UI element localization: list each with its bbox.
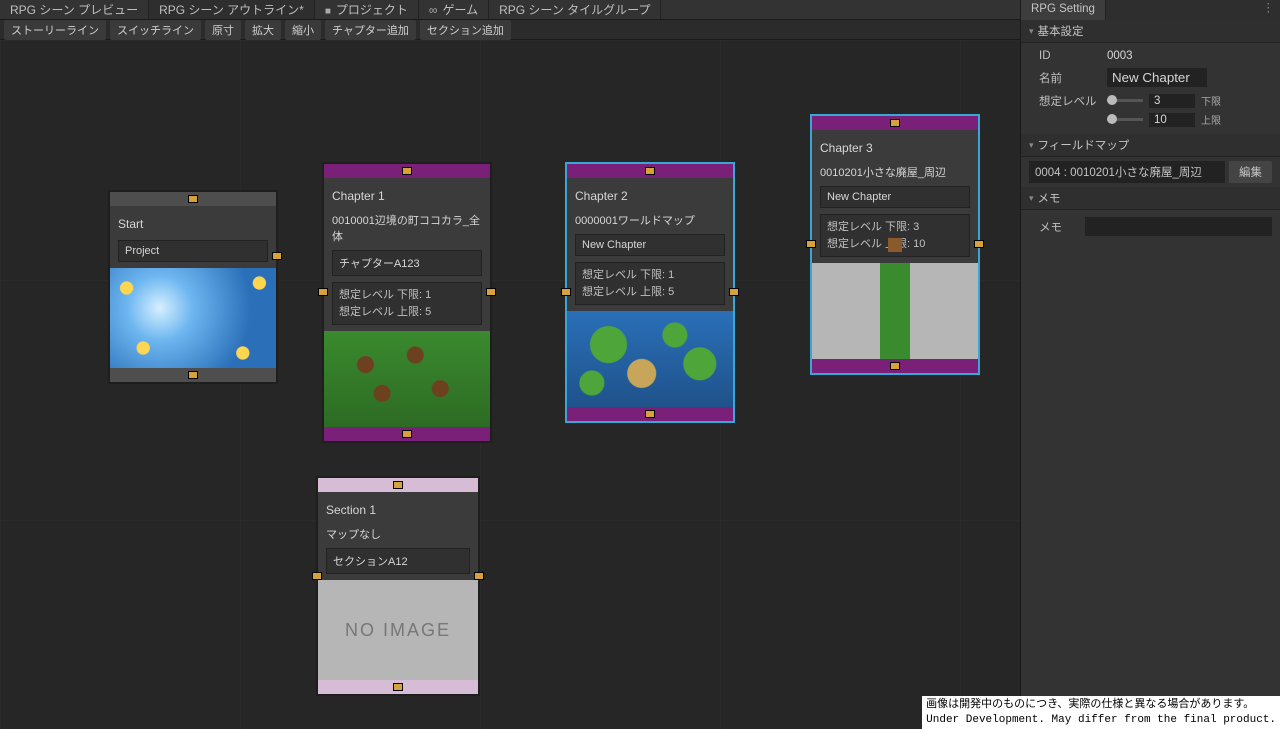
node-thumbnail — [324, 331, 490, 427]
port-right[interactable] — [272, 252, 282, 260]
tab-scene-outline[interactable]: RPG シーン アウトライン* — [149, 0, 315, 19]
memo-label: メモ — [1029, 219, 1077, 235]
tab-tilegroup[interactable]: RPG シーン タイルグループ — [489, 0, 661, 19]
node-name-field[interactable]: New Chapter — [575, 234, 725, 256]
level-label: 想定レベル — [1029, 93, 1099, 109]
level-low-slider[interactable] — [1107, 99, 1143, 102]
folder-icon — [325, 3, 331, 17]
node-thumbnail — [110, 268, 276, 368]
tab-scene-preview[interactable]: RPG シーン プレビュー — [0, 0, 149, 19]
zoom-in-button[interactable]: 拡大 — [245, 20, 281, 40]
level-high-suffix: 上限 — [1201, 112, 1221, 127]
node-chapter-3[interactable]: Chapter 3 0010201小さな廃屋_周辺 New Chapter 想定… — [810, 114, 980, 375]
port-left[interactable] — [561, 288, 571, 296]
port-bottom[interactable] — [188, 371, 198, 379]
node-map-id: 0010001辺境の町ココカラ_全体 — [332, 212, 482, 244]
node-field[interactable]: Project — [118, 240, 268, 262]
storyline-button[interactable]: ストーリーライン — [4, 20, 106, 40]
port-bottom[interactable] — [645, 410, 655, 418]
inspector-section-fieldmap[interactable]: フィールドマップ — [1021, 134, 1280, 157]
id-value: 0003 — [1107, 50, 1272, 62]
fieldmap-value: 0004 : 0010201小さな廃屋_周辺 — [1029, 161, 1225, 183]
port-left[interactable] — [806, 240, 816, 248]
node-chapter-1[interactable]: Chapter 1 0010001辺境の町ココカラ_全体 チャプターA123 想… — [322, 162, 492, 443]
inspector-panel: RPG Setting ⋮ 基本設定 ID 0003 名前 想定レベル 3 下限 — [1020, 0, 1280, 729]
port-left[interactable] — [318, 288, 328, 296]
node-thumbnail — [812, 263, 978, 359]
inspector-section-basic[interactable]: 基本設定 — [1021, 20, 1280, 43]
port-right[interactable] — [474, 572, 484, 580]
port-top[interactable] — [188, 195, 198, 203]
node-map-id: 0010201小さな廃屋_周辺 — [820, 164, 970, 180]
node-title: Chapter 3 — [820, 138, 970, 158]
add-chapter-button[interactable]: チャプター追加 — [325, 20, 416, 40]
level-high-slider[interactable] — [1107, 118, 1143, 121]
node-thumbnail — [567, 311, 733, 407]
disclosure-triangle-icon — [1029, 192, 1034, 204]
name-input[interactable] — [1107, 68, 1207, 87]
port-top[interactable] — [645, 167, 655, 175]
connection-lines — [0, 40, 300, 190]
node-map-id: マップなし — [326, 526, 470, 542]
level-low-value[interactable]: 3 — [1149, 94, 1195, 108]
node-level-stats: 想定レベル 下限: 1 想定レベル 上限: 5 — [575, 262, 725, 305]
add-section-button[interactable]: セクション追加 — [420, 20, 511, 40]
level-high-value[interactable]: 10 — [1149, 113, 1195, 127]
zoom-out-button[interactable]: 縮小 — [285, 20, 321, 40]
node-name-field[interactable]: セクションA12 — [326, 548, 470, 574]
level-low-suffix: 下限 — [1201, 93, 1221, 108]
switchline-button[interactable]: スイッチライン — [110, 20, 201, 40]
node-title: Start — [118, 214, 268, 234]
id-label: ID — [1029, 50, 1099, 62]
node-title: Chapter 2 — [575, 186, 725, 206]
port-bottom[interactable] — [393, 683, 403, 691]
disclosure-triangle-icon — [1029, 25, 1034, 37]
node-title: Section 1 — [326, 500, 470, 520]
port-right[interactable] — [486, 288, 496, 296]
node-name-field[interactable]: New Chapter — [820, 186, 970, 208]
port-right[interactable] — [729, 288, 739, 296]
port-top[interactable] — [393, 481, 403, 489]
fieldmap-edit-button[interactable]: 編集 — [1229, 161, 1272, 183]
port-top[interactable] — [402, 167, 412, 175]
name-label: 名前 — [1029, 70, 1099, 86]
node-section-1[interactable]: Section 1 マップなし セクションA12 NO IMAGE — [316, 476, 480, 696]
node-map-id: 0000001ワールドマップ — [575, 212, 725, 228]
node-chapter-2[interactable]: Chapter 2 0000001ワールドマップ New Chapter 想定レ… — [565, 162, 735, 423]
game-icon — [429, 3, 438, 17]
outline-canvas[interactable]: Start Project Chapter 1 0010001辺境の町ココカラ_… — [0, 40, 1020, 729]
tab-project[interactable]: プロジェクト — [315, 0, 419, 19]
node-start[interactable]: Start Project — [108, 190, 278, 384]
inspector-section-memo[interactable]: メモ — [1021, 187, 1280, 210]
port-top[interactable] — [890, 119, 900, 127]
node-thumbnail-empty: NO IMAGE — [318, 580, 478, 680]
tab-game[interactable]: ゲーム — [419, 0, 489, 19]
port-bottom[interactable] — [890, 362, 900, 370]
node-name-field[interactable]: チャプターA123 — [332, 250, 482, 276]
inspector-tab-rpg-setting[interactable]: RPG Setting — [1021, 0, 1106, 20]
port-left[interactable] — [312, 572, 322, 580]
node-title: Chapter 1 — [332, 186, 482, 206]
disclosure-triangle-icon — [1029, 139, 1034, 151]
actual-size-button[interactable]: 原寸 — [205, 20, 241, 40]
inspector-overflow-menu[interactable]: ⋮ — [1257, 0, 1280, 20]
port-right[interactable] — [974, 240, 984, 248]
memo-input[interactable] — [1085, 217, 1272, 236]
port-bottom[interactable] — [402, 430, 412, 438]
node-level-stats: 想定レベル 下限: 1 想定レベル 上限: 5 — [332, 282, 482, 325]
development-disclaimer: 画像は開発中のものにつき、実際の仕様と異なる場合があります。 Under Dev… — [922, 696, 1280, 729]
